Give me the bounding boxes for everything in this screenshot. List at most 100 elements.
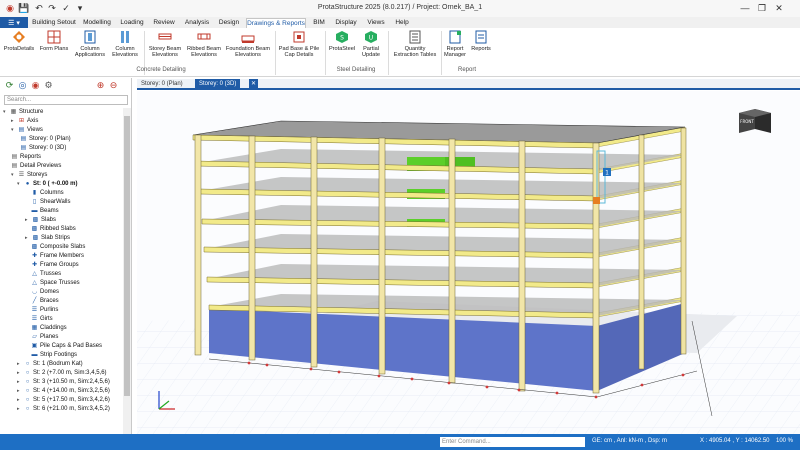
restore-icon[interactable]: ❐ [755, 1, 769, 15]
tree-item-strip-footings[interactable]: ▬ Strip Footings [31, 351, 78, 360]
column-elevations-button[interactable]: Column Elevations [109, 30, 141, 58]
tab-storey-plan[interactable]: Storey: 0 (Plan) [137, 79, 187, 90]
form-plans-button[interactable]: Form Plans [38, 30, 70, 52]
close-icon[interactable]: ✕ [772, 1, 786, 15]
tree-item-ribbed-slabs[interactable]: ▩ Ribbed Slabs [31, 225, 76, 234]
tree-item-reports[interactable]: ▤ Reports [11, 153, 41, 162]
globe-icon[interactable]: ◎ [17, 80, 28, 91]
expand-icon[interactable]: ▸ [17, 360, 23, 369]
close-tab-icon[interactable]: ✕ [249, 79, 259, 90]
tree-item-detail-previews[interactable]: ▤ Detail Previews [11, 162, 62, 171]
tab-modelling[interactable]: Modelling [80, 18, 114, 28]
3d-viewport[interactable]: 1 FRONT [137, 91, 800, 434]
tree-item-shearwalls[interactable]: ▯ ShearWalls [31, 198, 71, 207]
tree-item-view-plan[interactable]: ▤ Storey: 0 (Plan) [20, 135, 71, 144]
zoom-out-icon[interactable]: ⊖ [108, 80, 119, 91]
expand-icon[interactable]: ▸ [25, 216, 31, 225]
tree-item-views[interactable]: ▾ ▤ Views [11, 126, 43, 135]
expand-icon[interactable]: ▸ [11, 117, 17, 126]
view-icon: ▤ [20, 136, 27, 142]
tree-item-frame-members[interactable]: ✚ Frame Members [31, 252, 84, 261]
tree-item-columns[interactable]: ▮ Columns [31, 189, 64, 198]
file-menu-button[interactable]: ☰ ▾ [0, 17, 28, 28]
tree-item-storey-1[interactable]: ▸ ○ St: 1 (Bodrum Kat) [17, 360, 83, 369]
tree-item-view-3d[interactable]: ▤ Storey: 0 (3D) [20, 144, 67, 153]
tree-item-storey-2[interactable]: ▸ ○ St: 2 (+7.00 m, Sim:3,4,5,6) [17, 369, 107, 378]
tree-item-composite-slabs[interactable]: ▩ Composite Slabs [31, 243, 86, 252]
report-manager-icon [449, 30, 461, 44]
scrollbar-thumb[interactable] [124, 116, 130, 396]
tree-item-slab-strips[interactable]: ▸ ▩ Slab Strips [25, 234, 70, 243]
storey-icon: ● [25, 181, 30, 187]
tree-item-claddings[interactable]: ▦ Claddings [31, 324, 67, 333]
tree-item-storeys[interactable]: ▾ ☰ Storeys [11, 171, 47, 180]
tree-item-planes[interactable]: ▱ Planes [31, 333, 58, 342]
ribbon-separator [441, 31, 442, 75]
tree-item-trusses[interactable]: △ Trusses [31, 270, 61, 279]
expand-icon[interactable]: ▸ [17, 396, 23, 405]
collapse-icon[interactable]: ▾ [11, 171, 17, 180]
settings-icon[interactable]: ⚙ [43, 80, 54, 91]
refresh-icon[interactable]: ⟳ [4, 80, 15, 91]
expand-icon[interactable]: ▸ [17, 378, 23, 387]
tab-views[interactable]: Views [364, 18, 388, 28]
tree-search-input[interactable]: Search... [4, 95, 128, 105]
ribbed-beam-elevations-button[interactable]: Ribbed Beam Elevations [185, 30, 223, 58]
view-cube[interactable]: FRONT [739, 109, 771, 133]
tree-item-axis[interactable]: ▸ ⊞ Axis [11, 117, 38, 126]
minimize-icon[interactable]: — [738, 1, 752, 15]
document-tabs: Storey: 0 (Plan) Storey: 0 (3D) ✕ [137, 79, 800, 90]
tab-bim[interactable]: BIM [310, 18, 328, 28]
reports-button[interactable]: Reports [469, 30, 493, 52]
protadetails-button[interactable]: ProtaDetails [2, 30, 36, 52]
tab-design[interactable]: Design [216, 18, 242, 28]
tab-loading[interactable]: Loading [118, 18, 146, 28]
expand-icon[interactable]: ▸ [17, 405, 23, 414]
collapse-icon[interactable]: ▾ [11, 126, 17, 135]
tree-item-girts[interactable]: ☰ Girts [31, 315, 53, 324]
tree-item-pile-caps[interactable]: ▣ Pile Caps & Pad Bases [31, 342, 102, 351]
command-input[interactable]: Enter Command... [440, 437, 585, 447]
tree-item-storey-3[interactable]: ▸ ○ St: 3 (+10.50 m, Sim:2,4,5,6) [17, 378, 110, 387]
collapse-icon[interactable]: ▾ [17, 180, 23, 189]
storey-icon: ○ [25, 361, 30, 367]
tree-scrollbar[interactable] [123, 108, 131, 434]
tree-item-frame-groups[interactable]: ✚ Frame Groups [31, 261, 79, 270]
partial-update-button[interactable]: U Partial Update [358, 30, 384, 58]
tab-display[interactable]: Display [333, 18, 359, 28]
expand-icon[interactable]: ▸ [17, 369, 23, 378]
expand-icon[interactable]: ▸ [25, 234, 31, 243]
tab-building-setout[interactable]: Building Setout [32, 18, 76, 28]
storey-beam-elevations-button[interactable]: Storey Beam Elevations [146, 30, 184, 58]
tab-drawings-reports[interactable]: Drawings & Reports [246, 18, 306, 28]
protasteel-button[interactable]: S ProtaSteel [328, 30, 356, 52]
tree-item-braces[interactable]: ╱ Braces [31, 297, 59, 306]
zoom-in-icon[interactable]: ⊕ [95, 80, 106, 91]
tree-item-space-trusses[interactable]: △ Space Trusses [31, 279, 80, 288]
tree-item-slabs[interactable]: ▸ ▩ Slabs [25, 216, 56, 225]
tree-item-purlins[interactable]: ☰ Purlins [31, 306, 59, 315]
expand-icon[interactable]: ▸ [17, 387, 23, 396]
column-applications-button[interactable]: Column Applications [73, 30, 107, 58]
foundation-beam-elevations-button[interactable]: Foundation Beam Elevations [225, 30, 271, 58]
tree-item-storey-4[interactable]: ▸ ○ St: 4 (+14.00 m, Sim:3,2,5,6) [17, 387, 110, 396]
pad-base-pile-cap-details-button[interactable]: Pad Base & Pile Cap Details [277, 30, 321, 58]
tree-item-storey-6[interactable]: ▸ ○ St: 6 (+21.00 m, Sim:3,4,5,2) [17, 405, 110, 414]
tree-item-storey-5[interactable]: ▸ ○ St: 5 (+17.50 m, Sim:3,4,2,6) [17, 396, 110, 405]
quantity-extraction-tables-button[interactable]: Quantity Extraction Tables [392, 30, 438, 58]
tab-storey-3d[interactable]: Storey: 0 (3D) [195, 79, 241, 90]
tab-review[interactable]: Review [150, 18, 178, 28]
support-marker[interactable] [593, 197, 600, 204]
tree-item-domes[interactable]: ◡ Domes [31, 288, 59, 297]
collapse-icon[interactable]: ▾ [3, 108, 9, 117]
tree-label: Storey: 0 (Plan) [29, 136, 71, 142]
tree-label: St: 1 (Bodrum Kat) [33, 361, 83, 367]
tab-analysis[interactable]: Analysis [182, 18, 212, 28]
tree-item-structure[interactable]: ▾ ▦ Structure [3, 108, 43, 117]
tab-help[interactable]: Help [392, 18, 412, 28]
report-manager-button[interactable]: Report Manager [443, 30, 467, 58]
tree-item-beams[interactable]: ▬ Beams [31, 207, 59, 216]
target-icon[interactable]: ◉ [30, 80, 41, 91]
tree-item-storey-0[interactable]: ▾ ● St: 0 ( +-0.00 m) [17, 180, 78, 189]
partial-update-label: Partial Update [361, 46, 381, 58]
